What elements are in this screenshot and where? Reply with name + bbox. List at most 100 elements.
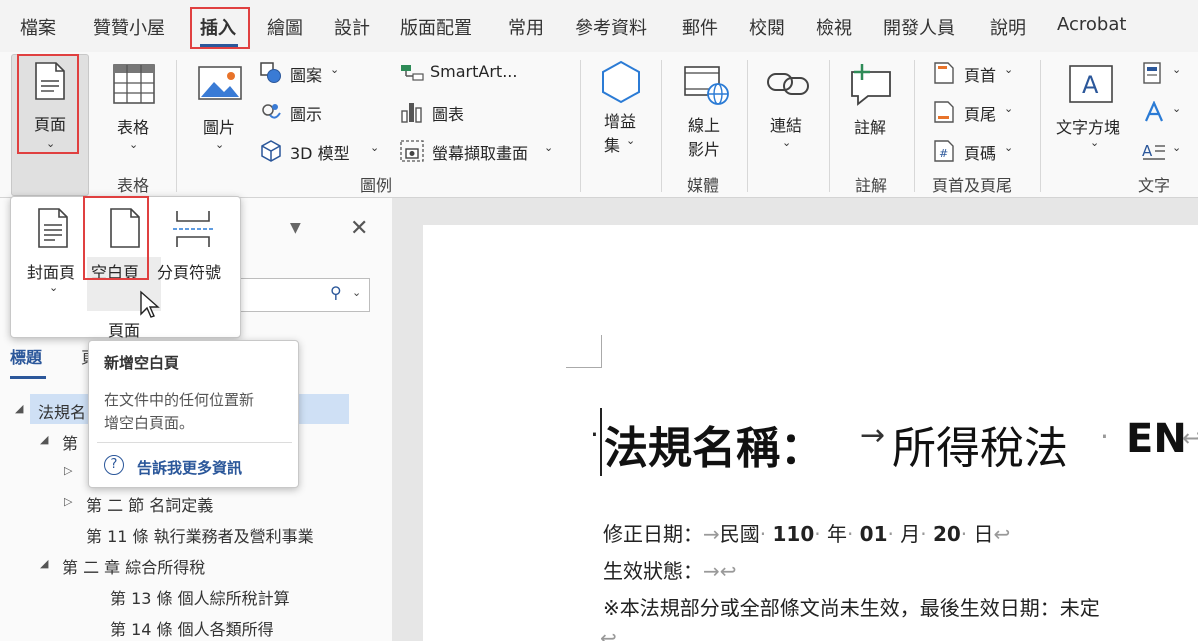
nav-item-section-2[interactable]: 第 二 節 名詞定義	[86, 492, 213, 516]
tab-help[interactable]: 說明	[990, 14, 1026, 40]
tab-design[interactable]: 設計	[334, 14, 370, 40]
revision-date-line[interactable]: 修正日期：→民國· 110· 年· 01· 月· 20· 日↩	[603, 518, 1010, 547]
chevron-down-icon: ⌄	[626, 134, 636, 147]
textbox-icon: A	[1069, 65, 1113, 103]
picture-button[interactable]: 圖片 ⌄	[192, 56, 248, 166]
chevron-down-icon: ⌄	[370, 141, 380, 154]
nav-item-article-11[interactable]: 第 11 條 執行業務者及營利事業	[86, 523, 314, 547]
revision-date-label: 修正日期：	[603, 522, 703, 546]
page-number-button[interactable]: # 頁碼 ⌄	[932, 138, 1032, 164]
chart-icon	[401, 103, 422, 123]
chevron-down-icon: ⌄	[1004, 102, 1014, 115]
chevron-down-icon[interactable]: ⌄	[352, 286, 361, 299]
status-line[interactable]: 生效狀態：→↩	[603, 555, 737, 584]
3d-model-button[interactable]: 3D 模型 ⌄	[258, 138, 388, 164]
collapse-triangle-icon[interactable]: ◢	[15, 402, 23, 415]
chart-button[interactable]: 圖表	[398, 99, 528, 125]
textbox-button[interactable]: A 文字方塊 ⌄	[1052, 56, 1132, 166]
day-unit: 日	[973, 522, 994, 546]
quick-parts-button[interactable]: ⌄	[1140, 60, 1190, 86]
ribbon-divider	[580, 60, 581, 192]
table-group-label: 表格	[117, 176, 150, 195]
header-button[interactable]: 頁首 ⌄	[932, 60, 1032, 86]
3d-model-label: 3D 模型	[290, 144, 350, 163]
menu-bar: 檔案 贊贊小屋 插入 繪圖 設計 版面配置 常用 參考資料 郵件 校閱 檢視 開…	[0, 0, 1198, 52]
nav-item-chapter-2[interactable]: 第 二 章 綜合所得稅	[62, 554, 205, 578]
smartart-button[interactable]: SmartArt...	[398, 60, 528, 86]
tab-references[interactable]: 參考資料	[575, 14, 647, 40]
tab-review[interactable]: 校閱	[749, 14, 785, 40]
headings-tab-indicator	[10, 376, 46, 379]
quick-parts-icon	[1143, 62, 1161, 84]
document-title-suffix[interactable]: EN	[1126, 416, 1187, 462]
tooltip-learn-more-link[interactable]: 告訴我更多資訊	[137, 457, 242, 478]
screenshot-button[interactable]: 螢幕擷取畫面 ⌄	[398, 138, 568, 164]
pages-group-label: 頁面	[108, 321, 141, 340]
tab-developer[interactable]: 開發人員	[883, 14, 955, 40]
effective-note-line[interactable]: ※本法規部分或全部條文尚未生效，最後生效日期：未定	[603, 592, 1100, 621]
chevron-down-icon: ⌄	[215, 138, 225, 151]
document-title-label[interactable]: 法規名稱：	[604, 412, 824, 476]
cover-page-button[interactable]: 封面頁 ⌄	[17, 201, 87, 307]
comment-button[interactable]: 註解	[842, 56, 902, 166]
close-icon[interactable]: ✕	[350, 216, 368, 241]
tab-home[interactable]: 常用	[508, 14, 544, 40]
header-label: 頁首	[964, 66, 997, 85]
icons-button[interactable]: 圖示	[258, 99, 388, 125]
space-mark: ·	[887, 522, 894, 546]
header-footer-group-label: 頁首及頁尾	[932, 176, 1013, 195]
screenshot-icon	[400, 140, 424, 162]
tab-headings[interactable]: 標題	[10, 344, 42, 368]
collapse-triangle-icon[interactable]: ◢	[40, 557, 48, 570]
online-video-button[interactable]: 線上 影片	[672, 56, 738, 166]
expand-triangle-icon[interactable]: ▷	[64, 495, 72, 508]
chevron-down-icon: ⌄	[49, 281, 59, 294]
collapse-triangle-icon[interactable]: ◢	[40, 433, 48, 446]
space-mark: ·	[920, 522, 927, 546]
svg-text:A: A	[1142, 142, 1153, 160]
page-break-button[interactable]: 分頁符號	[155, 201, 239, 307]
footer-button[interactable]: 頁尾 ⌄	[932, 99, 1032, 125]
3d-model-icon	[261, 140, 281, 162]
tab-draw[interactable]: 繪圖	[267, 14, 303, 40]
addins-label-2: 集	[604, 136, 621, 155]
tab-mailings[interactable]: 郵件	[682, 14, 718, 40]
illustrations-group-label: 圖例	[360, 176, 393, 195]
space-mark: ·	[960, 522, 968, 546]
document-title-value[interactable]: 所得稅法	[892, 412, 1068, 476]
link-label: 連結	[770, 116, 803, 135]
ribbon-divider	[747, 60, 748, 192]
tab-zanzan[interactable]: 贊贊小屋	[93, 14, 165, 40]
return-mark: ↩	[993, 522, 1011, 546]
smartart-label: SmartArt...	[430, 62, 518, 81]
nav-item-title[interactable]: 法規名	[38, 399, 86, 423]
blank-page-tooltip: 新增空白頁 在文件中的任何位置新 增空白頁面。 ? 告訴我更多資訊	[88, 340, 299, 488]
tab-view[interactable]: 檢視	[816, 14, 852, 40]
link-button[interactable]: 連結 ⌄	[758, 56, 818, 166]
nav-item-chapter-1[interactable]: 第	[62, 430, 78, 454]
space-mark: ·	[814, 522, 821, 546]
drop-cap-button[interactable]: A ⌄	[1140, 138, 1190, 164]
status-label: 生效狀態：	[603, 559, 703, 583]
nav-item-article-14[interactable]: 第 14 條 個人各類所得	[110, 616, 274, 640]
year-unit: 年	[826, 522, 847, 546]
svg-text:#: #	[939, 147, 948, 160]
online-video-label-1: 線上	[688, 116, 721, 135]
ribbon: 頁面 ⌄ 表格 ⌄ 表格 圖片 ⌄ 圖案 ⌄ 圖示 3D 模型 ⌄ SmartA…	[0, 52, 1198, 198]
search-icon[interactable]: ⚲	[330, 283, 342, 302]
cover-page-icon	[38, 208, 68, 248]
wordart-button[interactable]: ⌄	[1140, 99, 1190, 125]
mouse-cursor-icon	[140, 290, 160, 318]
tab-acrobat[interactable]: Acrobat	[1057, 14, 1126, 35]
nav-item-article-13[interactable]: 第 13 條 個人綜所稅計算	[110, 585, 290, 609]
help-icon: ?	[104, 455, 124, 475]
tab-layout[interactable]: 版面配置	[400, 14, 472, 40]
shapes-icon	[260, 62, 281, 83]
tab-file[interactable]: 檔案	[20, 14, 56, 40]
svg-text:A: A	[1082, 71, 1099, 99]
addins-button[interactable]: 增益 集 ⌄	[592, 56, 652, 166]
shapes-button[interactable]: 圖案 ⌄	[258, 60, 388, 86]
pane-options-chevron-icon[interactable]: ▼	[290, 220, 301, 236]
expand-triangle-icon[interactable]: ▷	[64, 464, 72, 477]
table-button[interactable]: 表格 ⌄	[100, 56, 166, 166]
